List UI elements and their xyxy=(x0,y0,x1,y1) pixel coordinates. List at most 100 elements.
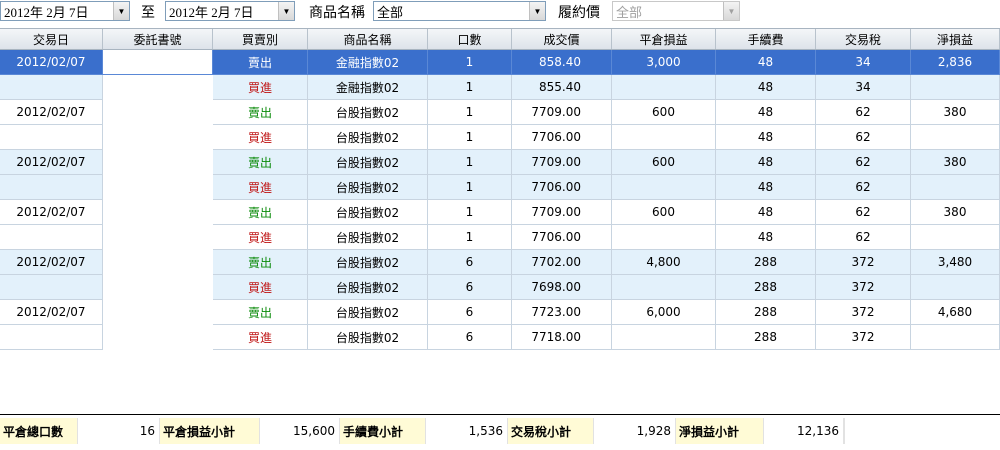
cell-product: 台股指數02 xyxy=(308,150,428,175)
product-dropdown[interactable]: 全部 ▼ xyxy=(373,1,546,21)
col-header-tax[interactable]: 交易稅 xyxy=(816,29,911,49)
date-from-dropdown[interactable]: 2012年 2月 7日 ▼ xyxy=(0,1,130,21)
cell-fee: 48 xyxy=(716,175,816,200)
cell-date: 2012/02/07 xyxy=(0,100,103,125)
table-row[interactable]: 買進 台股指數02 1 7706.00 48 62 xyxy=(0,225,1000,250)
cell-pnl: 600 xyxy=(612,150,716,175)
cell-side: 買進 xyxy=(213,225,308,250)
pnl-subtotal-label: 平倉損益小計 xyxy=(160,418,260,444)
col-header-net[interactable]: 淨損益 xyxy=(911,29,1000,49)
cell-tax: 34 xyxy=(816,50,911,75)
table-row[interactable]: 買進 台股指數02 1 7706.00 48 62 xyxy=(0,125,1000,150)
col-header-price[interactable]: 成交價 xyxy=(512,29,612,49)
cell-date xyxy=(0,75,103,100)
col-header-qty[interactable]: 口數 xyxy=(428,29,512,49)
product-value: 全部 xyxy=(377,4,404,20)
cell-date: 2012/02/07 xyxy=(0,300,103,325)
cell-order-id xyxy=(103,250,213,275)
fee-subtotal-label: 手續費小計 xyxy=(340,418,426,444)
chevron-down-icon[interactable]: ▼ xyxy=(723,2,739,20)
cell-pnl xyxy=(612,75,716,100)
cell-qty: 1 xyxy=(428,225,512,250)
cell-price: 7706.00 xyxy=(512,175,612,200)
table-row[interactable]: 2012/02/07 賣出 台股指數02 6 7702.00 4,800 288 372 3,4… xyxy=(0,250,1000,275)
cell-date xyxy=(0,325,103,350)
cell-pnl: 600 xyxy=(612,100,716,125)
cell-fee: 288 xyxy=(716,300,816,325)
cell-order-id xyxy=(103,50,213,75)
cell-tax: 372 xyxy=(816,250,911,275)
cell-product: 台股指數02 xyxy=(308,100,428,125)
cell-net: 380 xyxy=(911,200,1000,225)
cell-fee: 48 xyxy=(716,150,816,175)
cell-net: 380 xyxy=(911,100,1000,125)
cell-pnl xyxy=(612,225,716,250)
table-row[interactable]: 買進 台股指數02 1 7706.00 48 62 xyxy=(0,175,1000,200)
col-header-fee[interactable]: 手續費 xyxy=(716,29,816,49)
cell-product: 台股指數02 xyxy=(308,275,428,300)
table-row[interactable]: 買進 台股指數02 6 7718.00 288 372 xyxy=(0,325,1000,350)
cell-date: 2012/02/07 xyxy=(0,250,103,275)
cell-price: 7709.00 xyxy=(512,100,612,125)
grid-body: 2012/02/07 賣出 金融指數02 1 858.40 3,000 48 34 2,836 買… xyxy=(0,50,1000,350)
chevron-down-icon[interactable]: ▼ xyxy=(113,2,129,20)
cell-tax: 372 xyxy=(816,325,911,350)
cell-side: 買進 xyxy=(213,325,308,350)
cell-side: 買進 xyxy=(213,75,308,100)
col-header-date[interactable]: 交易日 xyxy=(0,29,103,49)
cell-side: 買進 xyxy=(213,175,308,200)
cell-net xyxy=(911,275,1000,300)
cell-date: 2012/02/07 xyxy=(0,150,103,175)
cell-pnl: 600 xyxy=(612,200,716,225)
net-subtotal-value: 12,136 xyxy=(764,418,844,444)
col-header-side[interactable]: 買賣別 xyxy=(213,29,308,49)
cell-product: 金融指數02 xyxy=(308,50,428,75)
cell-order-id xyxy=(103,200,213,225)
strike-value: 全部 xyxy=(616,4,643,20)
table-row[interactable]: 2012/02/07 賣出 金融指數02 1 858.40 3,000 48 34 2,836 xyxy=(0,50,1000,75)
cell-price: 7709.00 xyxy=(512,150,612,175)
strike-dropdown[interactable]: 全部 ▼ xyxy=(612,1,740,21)
cell-fee: 288 xyxy=(716,250,816,275)
table-row[interactable]: 買進 金融指數02 1 855.40 48 34 xyxy=(0,75,1000,100)
cell-qty: 1 xyxy=(428,175,512,200)
cell-date xyxy=(0,225,103,250)
cell-fee: 48 xyxy=(716,225,816,250)
cell-product: 台股指數02 xyxy=(308,325,428,350)
col-header-product[interactable]: 商品名稱 xyxy=(308,29,428,49)
col-header-order-id[interactable]: 委託書號 xyxy=(103,29,213,49)
cell-price: 858.40 xyxy=(512,50,612,75)
date-to-dropdown[interactable]: 2012年 2月 7日 ▼ xyxy=(165,1,295,21)
cell-net xyxy=(911,175,1000,200)
chevron-down-icon[interactable]: ▼ xyxy=(278,2,294,20)
cell-order-id xyxy=(103,325,213,350)
cell-fee: 48 xyxy=(716,125,816,150)
table-row[interactable]: 2012/02/07 賣出 台股指數02 1 7709.00 600 48 62 380 xyxy=(0,100,1000,125)
cell-side: 賣出 xyxy=(213,200,308,225)
cell-order-id xyxy=(103,75,213,100)
table-row[interactable]: 2012/02/07 賣出 台股指數02 1 7709.00 600 48 62 380 xyxy=(0,150,1000,175)
cell-pnl xyxy=(612,275,716,300)
fee-subtotal-value: 1,536 xyxy=(426,418,508,444)
cell-tax: 62 xyxy=(816,150,911,175)
cell-order-id xyxy=(103,100,213,125)
cell-qty: 1 xyxy=(428,150,512,175)
trade-grid: 交易日 委託書號 買賣別 商品名稱 口數 成交價 平倉損益 手續費 交易稅 淨損… xyxy=(0,28,1000,350)
cell-date xyxy=(0,175,103,200)
strike-label: 履約價 xyxy=(558,5,600,21)
col-header-pnl[interactable]: 平倉損益 xyxy=(612,29,716,49)
cell-price: 7706.00 xyxy=(512,225,612,250)
cell-product: 台股指數02 xyxy=(308,125,428,150)
cell-price: 7723.00 xyxy=(512,300,612,325)
table-row[interactable]: 2012/02/07 賣出 台股指數02 6 7723.00 6,000 288 372 4,6… xyxy=(0,300,1000,325)
cell-product: 金融指數02 xyxy=(308,75,428,100)
cell-date xyxy=(0,125,103,150)
cell-price: 7718.00 xyxy=(512,325,612,350)
table-row[interactable]: 買進 台股指數02 6 7698.00 288 372 xyxy=(0,275,1000,300)
chevron-down-icon[interactable]: ▼ xyxy=(529,2,545,20)
cell-order-id xyxy=(103,275,213,300)
cell-tax: 62 xyxy=(816,200,911,225)
table-row[interactable]: 2012/02/07 賣出 台股指數02 1 7709.00 600 48 62 380 xyxy=(0,200,1000,225)
cell-net: 2,836 xyxy=(911,50,1000,75)
cell-order-id xyxy=(103,300,213,325)
